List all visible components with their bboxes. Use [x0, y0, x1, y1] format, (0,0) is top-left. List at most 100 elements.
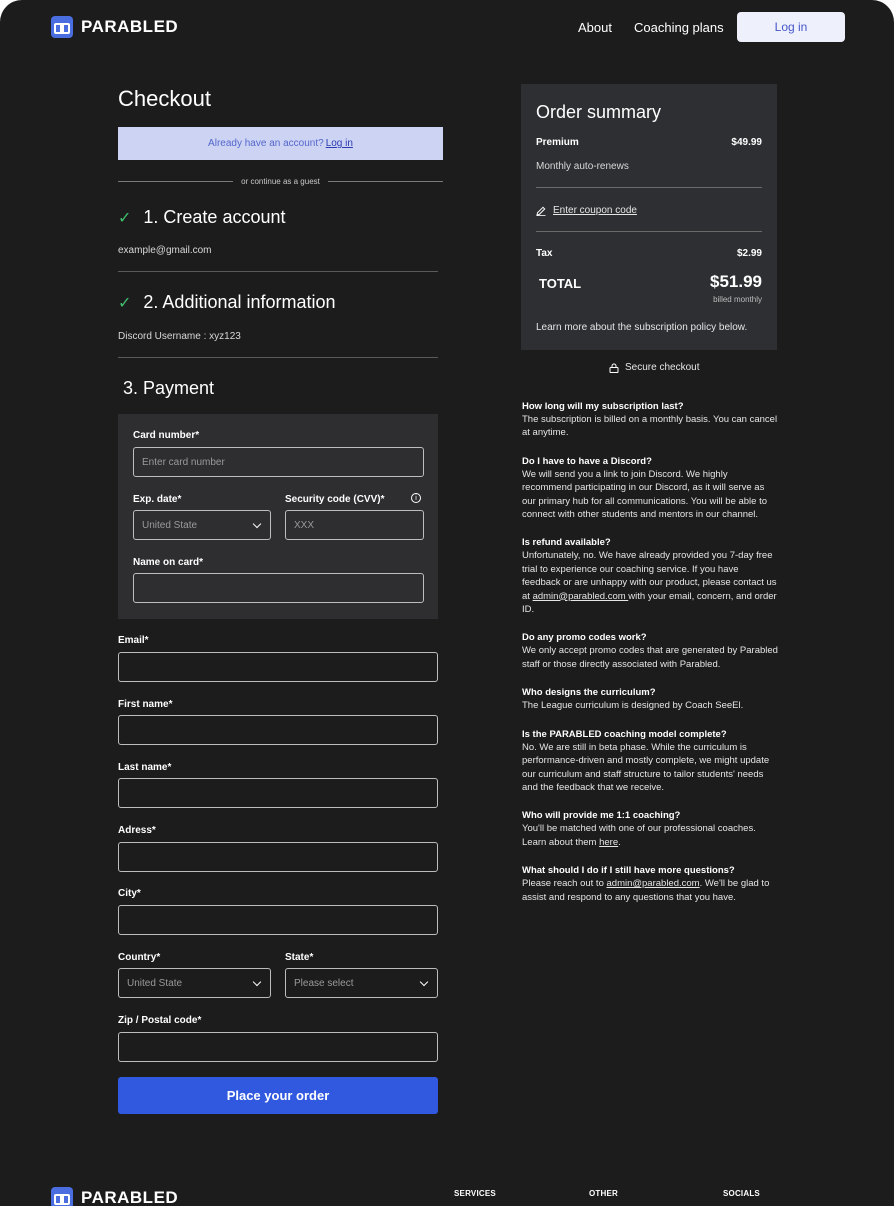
faq-question: Is the PARABLED coaching model complete? [522, 728, 727, 740]
total-label: TOTAL [539, 276, 582, 291]
step-account-email: example@gmail.com [118, 245, 212, 256]
plan-note-row: Monthly auto-renews [536, 161, 762, 172]
chevron-down-icon [252, 519, 262, 528]
nav-coaching-plans-link[interactable]: Coaching plans [634, 20, 724, 35]
checkmark-icon: ✓ [118, 209, 132, 227]
footer-brand-name: PARABLED [81, 1188, 179, 1206]
coupon-link[interactable]: Enter coupon code [536, 205, 637, 216]
step-title: 3. Payment [123, 378, 215, 398]
order-summary-panel: Order summary Premium $49.99 Monthly aut… [521, 84, 777, 350]
state-label: State* [285, 952, 314, 963]
pencil-icon [536, 206, 546, 216]
step-title: 1. Create account [143, 207, 286, 227]
last-name-label: Last name* [118, 762, 172, 773]
faq-answer-text: You'll be matched with one of our profes… [522, 823, 756, 848]
faq-question: How long will my subscription last? [522, 401, 684, 412]
zip-field[interactable] [118, 1032, 438, 1062]
account-prompt: Already have an account? [208, 138, 324, 149]
faq-list: How long will my subscription last? The … [522, 400, 778, 919]
brand-logo[interactable]: PARABLED [51, 16, 178, 38]
tax-row: Tax $2.99 [536, 248, 762, 259]
faq-answer: Unfortunately, no. We have already provi… [522, 549, 778, 616]
page: PARABLED About Coaching plans Log in Che… [0, 0, 894, 1206]
name-on-card-input[interactable] [133, 573, 424, 603]
email-field[interactable] [118, 652, 438, 682]
faq-answer-text: . [618, 836, 621, 848]
guest-divider: or continue as a guest [118, 175, 443, 187]
divider [118, 271, 438, 272]
coaches-link[interactable]: here [599, 837, 618, 848]
state-select[interactable]: Please select [285, 968, 438, 998]
step-title: 2. Additional information [143, 292, 336, 312]
divider [118, 357, 438, 358]
card-number-input[interactable]: Enter card number [133, 447, 424, 477]
faq-question: Do any promo codes work? [522, 632, 647, 644]
exp-date-value: United State [142, 519, 198, 531]
last-name-field[interactable] [118, 778, 438, 808]
exp-date-label: Exp. date* [133, 494, 182, 505]
exp-date-select[interactable]: United State [133, 510, 271, 540]
faq-item: Is the PARABLED coaching model complete?… [522, 728, 778, 795]
total-value: $51.99 [710, 272, 762, 291]
checkmark-icon: ✓ [118, 294, 132, 312]
plan-price: $49.99 [731, 137, 762, 148]
logo-icon [51, 1187, 73, 1206]
address-field[interactable] [118, 842, 438, 872]
first-name-field[interactable] [118, 715, 438, 745]
step-additional-info[interactable]: ✓ 2. Additional information [118, 292, 336, 313]
card-number-label: Card number* [133, 430, 200, 441]
faq-question: Do I have to have a Discord? [522, 455, 652, 467]
brand-name: PARABLED [81, 17, 179, 36]
nav-about-link[interactable]: About [578, 20, 612, 35]
divider [536, 187, 762, 188]
secure-checkout: Secure checkout [609, 362, 700, 373]
cvv-input[interactable]: XXX [285, 510, 424, 540]
faq-item: Who will provide me 1:1 coaching? You'll… [522, 809, 778, 849]
country-label: Country* [118, 952, 161, 963]
billed-note: billed monthly [713, 295, 762, 304]
footer-socials-heading: SOCIALS [723, 1189, 760, 1198]
lock-icon [609, 363, 619, 373]
email-label: Email* [118, 635, 149, 646]
faq-item: What should I do if I still have more qu… [522, 864, 778, 904]
divider-line [118, 180, 234, 182]
faq-answer: You'll be matched with one of our profes… [522, 822, 778, 849]
step-create-account[interactable]: ✓ 1. Create account [118, 207, 286, 228]
page-title: Checkout [118, 86, 211, 111]
place-order-button[interactable]: Place your order [118, 1077, 438, 1114]
step-payment: 3. Payment [123, 378, 214, 399]
tax-label: Tax [536, 248, 553, 259]
guest-divider-label: or continue as a guest [241, 176, 320, 186]
city-label: City* [118, 888, 141, 899]
faq-question: What should I do if I still have more qu… [522, 865, 735, 877]
banner-login-link[interactable]: Log in [326, 138, 353, 149]
faq-question: Who designs the curriculum? [522, 687, 656, 699]
faq-item: Who designs the curriculum? The League c… [522, 686, 778, 712]
faq-answer: The League curriculum is designed by Coa… [522, 700, 744, 712]
footer-other-heading: OTHER [589, 1189, 618, 1198]
name-on-card-label: Name on card* [133, 557, 204, 568]
login-button[interactable]: Log in [737, 12, 845, 42]
faq-answer: No. We are still in beta phase. While th… [522, 741, 770, 793]
account-banner: Already have an account? Log in [118, 127, 443, 160]
zip-label: Zip / Postal code* [118, 1015, 202, 1026]
email-link[interactable]: admin@parabled.com [607, 878, 700, 889]
card-panel: Card number* Enter card number Exp. date… [118, 414, 438, 619]
faq-question: Who will provide me 1:1 coaching? [522, 810, 681, 822]
faq-item: Is refund available? Unfortunately, no. … [522, 536, 778, 616]
divider-line [327, 180, 443, 182]
chevron-down-icon [252, 977, 262, 986]
faq-answer: Please reach out to admin@parabled.com. … [522, 877, 778, 904]
divider [536, 231, 762, 232]
city-field[interactable] [118, 905, 438, 935]
coupon-label: Enter coupon code [553, 205, 637, 216]
secure-checkout-label: Secure checkout [625, 362, 700, 373]
info-icon[interactable]: i [411, 493, 421, 503]
faq-item: Do any promo codes work? We only accept … [522, 631, 778, 671]
footer-logo[interactable]: PARABLED [51, 1187, 178, 1206]
first-name-label: First name* [118, 699, 173, 710]
email-link[interactable]: admin@parabled.com [533, 591, 629, 602]
faq-answer-text: Please reach out to [522, 878, 607, 890]
chevron-down-icon [419, 977, 429, 986]
country-select[interactable]: United State [118, 968, 271, 998]
